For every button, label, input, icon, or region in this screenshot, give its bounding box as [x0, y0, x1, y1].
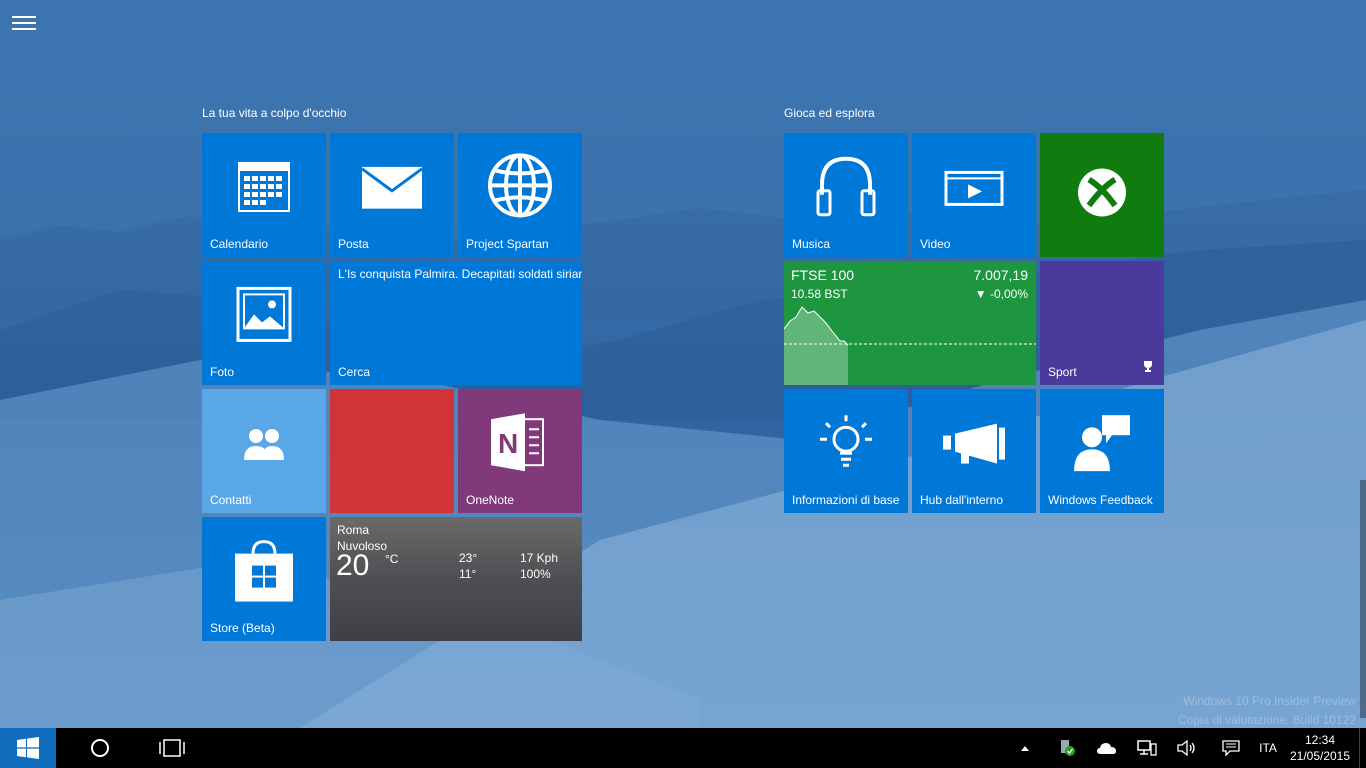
cortana-icon: [91, 739, 109, 757]
windows-logo-icon: [17, 737, 39, 759]
tile-calendar[interactable]: Calendario: [202, 133, 326, 257]
speaker-icon: [1177, 740, 1195, 756]
tile-red-app[interactable]: [330, 389, 454, 513]
xbox-icon: [1077, 168, 1127, 223]
svg-text:N: N: [498, 428, 518, 459]
tile-mail[interactable]: Posta: [330, 133, 454, 257]
watermark-line2: Copia di valutazione. Build 10122: [1177, 713, 1356, 727]
defender-tray-button[interactable]: [1054, 728, 1080, 768]
globe-icon: [487, 152, 553, 223]
notifications-icon: [1222, 740, 1240, 756]
tile-tips[interactable]: Informazioni di base: [784, 389, 908, 513]
tile-contacts[interactable]: Contatti: [202, 389, 326, 513]
onenote-icon: N: [489, 413, 551, 476]
weather-temperature: 20: [336, 549, 370, 582]
tile-insider-hub[interactable]: Hub dall'interno: [912, 389, 1036, 513]
network-icon: [1137, 740, 1157, 756]
network-tray-button[interactable]: [1134, 728, 1160, 768]
lightbulb-icon: [818, 413, 874, 476]
show-hidden-icons-button[interactable]: [1014, 728, 1036, 768]
tile-windows-feedback-label: Windows Feedback: [1048, 493, 1153, 507]
weather-wind: 17 Kph: [520, 551, 559, 565]
weather-humidity: 100%: [520, 567, 551, 581]
defender-icon: [1061, 740, 1075, 756]
tile-weather[interactable]: Roma Nuvoloso 20 °C 23° 11° 17 Kph 100%: [330, 517, 582, 641]
input-language-indicator[interactable]: ITA: [1252, 728, 1284, 768]
people-icon: [242, 424, 286, 469]
tile-finance[interactable]: FTSE 100 10.58 BST 7.007,19 ▼ -0,00%: [784, 261, 1036, 385]
volume-tray-button[interactable]: [1174, 728, 1200, 768]
group-title-left: La tua vita a colpo d'occhio: [202, 106, 347, 120]
onedrive-tray-button[interactable]: [1094, 728, 1120, 768]
action-center-button[interactable]: [1218, 728, 1244, 768]
megaphone-icon: [941, 422, 1007, 471]
tile-store[interactable]: Store (Beta): [202, 517, 326, 641]
tile-tips-label: Informazioni di base: [792, 493, 900, 507]
taskbar: ITA 12:34 21/05/2015: [0, 728, 1366, 768]
clock[interactable]: 12:34 21/05/2015: [1290, 728, 1350, 768]
tile-project-spartan[interactable]: Project Spartan: [458, 133, 582, 257]
tile-xbox[interactable]: [1040, 133, 1164, 257]
weather-city: Roma: [337, 523, 370, 537]
tile-video[interactable]: Video: [912, 133, 1036, 257]
weather-unit: °C: [385, 552, 399, 566]
calendar-icon: [238, 162, 290, 217]
search-headline: L'Is conquista Palmira. Decapitati solda…: [338, 267, 582, 281]
mail-icon: [361, 166, 423, 214]
group-title-right: Gioca ed esplora: [784, 106, 875, 120]
tile-calendar-label: Calendario: [210, 237, 269, 251]
weather-high: 23°: [459, 551, 478, 565]
finance-index: FTSE 100: [791, 267, 855, 283]
tile-project-spartan-label: Project Spartan: [466, 237, 549, 251]
tile-music-label: Musica: [792, 237, 831, 251]
show-desktop-button[interactable]: [1359, 728, 1366, 768]
weather-low: 11°: [459, 567, 477, 581]
tile-onenote-label: OneNote: [466, 493, 515, 507]
feedback-icon: [1072, 413, 1132, 476]
photos-icon: [236, 286, 292, 347]
cortana-button[interactable]: [80, 728, 120, 768]
store-bag-icon: [235, 538, 293, 607]
onedrive-icon: [1097, 743, 1116, 754]
trophy-icon: [1142, 359, 1154, 377]
finance-sparkline: [784, 306, 1036, 385]
tile-search-label: Cerca: [338, 365, 371, 379]
start-button[interactable]: [0, 728, 56, 768]
finance-value: 7.007,19: [973, 267, 1029, 283]
tile-mail-label: Posta: [338, 237, 369, 251]
scrollbar[interactable]: [1360, 480, 1366, 718]
tile-store-label: Store (Beta): [210, 621, 275, 635]
chevron-up-icon: [1021, 746, 1029, 751]
tile-video-label: Video: [920, 237, 951, 251]
tile-contacts-label: Contatti: [210, 493, 252, 507]
clock-time: 12:34: [1304, 733, 1336, 747]
tile-music[interactable]: Musica: [784, 133, 908, 257]
tile-search[interactable]: L'Is conquista Palmira. Decapitati solda…: [330, 261, 582, 385]
tile-insider-hub-label: Hub dall'interno: [920, 493, 1004, 507]
clock-date: 21/05/2015: [1289, 749, 1351, 763]
tile-onenote[interactable]: N OneNote: [458, 389, 582, 513]
headphones-icon: [816, 155, 876, 222]
tile-sport[interactable]: Sport: [1040, 261, 1164, 385]
hamburger-menu-button[interactable]: [12, 16, 36, 34]
tile-photos[interactable]: Foto: [202, 261, 326, 385]
tile-windows-feedback[interactable]: Windows Feedback: [1040, 389, 1164, 513]
tile-photos-label: Foto: [210, 365, 235, 379]
task-view-icon: [159, 739, 185, 757]
tile-sport-label: Sport: [1048, 365, 1077, 379]
video-icon: [944, 170, 1004, 211]
watermark-line1: Windows 10 Pro Insider Preview: [1183, 694, 1356, 708]
task-view-button[interactable]: [152, 728, 192, 768]
